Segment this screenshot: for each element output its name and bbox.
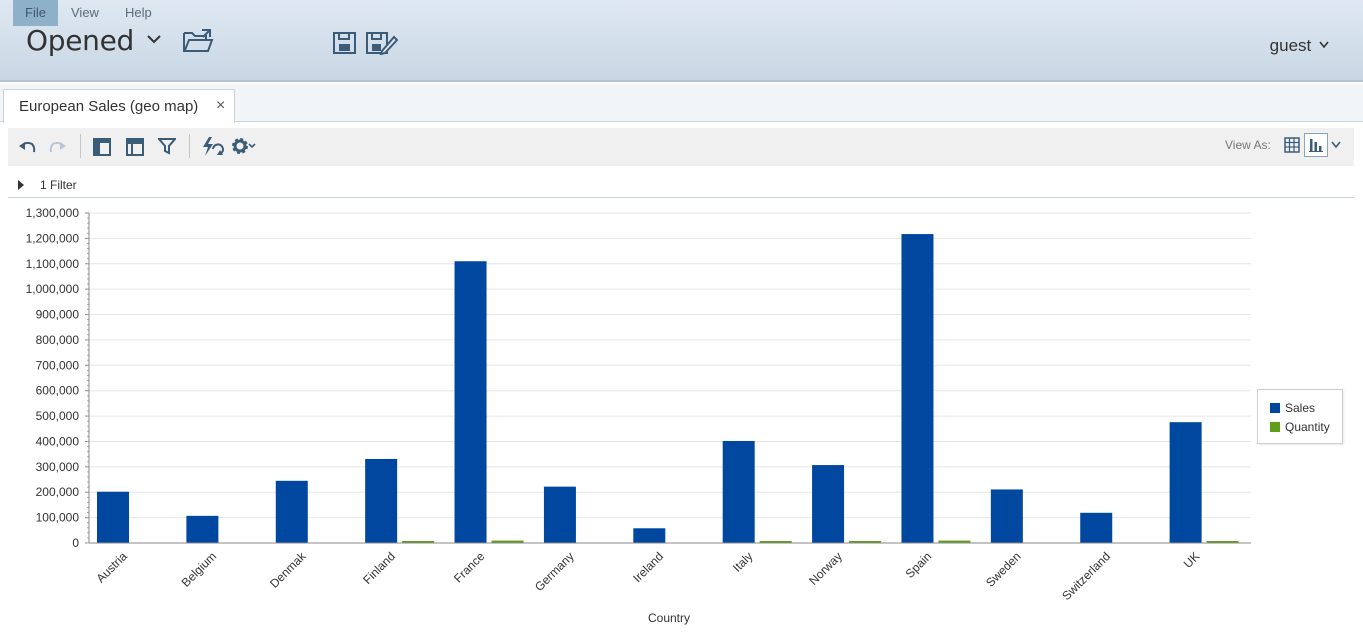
layout-panel-icon[interactable]: [93, 138, 111, 156]
bar-sales-france[interactable]: [454, 261, 487, 543]
x-tick-label: Belgium: [179, 549, 220, 590]
legend-swatch-quantity: [1270, 422, 1280, 432]
expand-filter-icon[interactable]: [18, 180, 24, 190]
x-tick-label: Switzerland: [1059, 549, 1113, 603]
legend-swatch-sales: [1270, 403, 1280, 413]
y-tick-label: 300,000: [36, 460, 80, 474]
x-axis-title: Country: [648, 611, 690, 625]
y-tick-label: 900,000: [36, 308, 80, 322]
menu-view[interactable]: View: [59, 0, 111, 26]
bar-sales-norway[interactable]: [812, 465, 845, 543]
x-tick-label: Denmak: [267, 549, 309, 591]
toolbar-divider: [80, 134, 81, 158]
chevron-down-icon: [1319, 41, 1329, 49]
chart-view-icon[interactable]: [1304, 133, 1328, 157]
tab-european-sales[interactable]: European Sales (geo map) ×: [3, 89, 235, 123]
y-tick-label: 1,000,000: [26, 282, 80, 296]
user-menu[interactable]: guest: [1270, 36, 1329, 56]
legend-label-sales: Sales: [1285, 401, 1316, 415]
perspective-switcher[interactable]: Opened: [26, 24, 161, 57]
open-folder-icon[interactable]: [182, 28, 214, 54]
bar-sales-spain[interactable]: [901, 234, 934, 544]
save-as-icon[interactable]: [366, 31, 398, 55]
y-tick-label: 0: [72, 536, 79, 550]
view-as-label: View As:: [1225, 138, 1271, 152]
bar-sales-germany[interactable]: [543, 486, 576, 543]
y-tick-label: 600,000: [36, 384, 80, 398]
x-tick-label: Italy: [730, 549, 755, 574]
filter-count-label[interactable]: 1 Filter: [40, 178, 77, 192]
y-tick-label: 700,000: [36, 358, 80, 372]
legend-item-quantity[interactable]: Quantity: [1270, 420, 1330, 434]
y-tick-label: 100,000: [36, 511, 80, 525]
bar-sales-finland[interactable]: [365, 458, 398, 543]
bar-sales-ireland[interactable]: [633, 528, 666, 543]
x-tick-label: Norway: [806, 549, 845, 588]
y-tick-label: 200,000: [36, 485, 80, 499]
bar-sales-uk[interactable]: [1169, 422, 1202, 543]
table-view-icon[interactable]: [1284, 137, 1300, 153]
y-tick-label: 800,000: [36, 333, 80, 347]
filter-bar: 1 Filter: [8, 172, 1354, 198]
tab-label: European Sales (geo map): [19, 98, 199, 115]
filter-icon[interactable]: [158, 137, 176, 155]
bar-sales-denmak[interactable]: [275, 480, 308, 543]
table-layout-icon[interactable]: [126, 138, 144, 156]
x-tick-label: France: [451, 549, 488, 586]
bar-sales-switzerland[interactable]: [1080, 512, 1113, 543]
x-tick-label: Germany: [532, 549, 577, 594]
report-toolbar: View As:: [8, 128, 1354, 166]
x-tick-label: Sweden: [983, 549, 1024, 590]
auto-refresh-icon[interactable]: [200, 136, 224, 158]
legend-item-sales[interactable]: Sales: [1270, 401, 1315, 415]
y-tick-label: 1,200,000: [26, 231, 80, 245]
menu-file[interactable]: File: [13, 0, 58, 26]
x-tick-label: Finland: [360, 549, 398, 587]
y-tick-label: 400,000: [36, 434, 80, 448]
x-tick-label: Spain: [903, 549, 935, 581]
y-tick-label: 500,000: [36, 409, 80, 423]
redo-icon[interactable]: [48, 136, 68, 156]
user-name: guest: [1269, 36, 1312, 55]
x-tick-label: Austria: [93, 549, 130, 586]
app-header: File View Help Opened guest: [0, 0, 1363, 82]
bar-sales-belgium[interactable]: [186, 515, 219, 543]
chevron-down-icon[interactable]: [1331, 141, 1341, 149]
x-tick-label: UK: [1181, 549, 1203, 571]
document-tabs: European Sales (geo map) ×: [0, 84, 1363, 123]
bar-sales-austria[interactable]: [97, 491, 129, 543]
chevron-down-icon: [146, 35, 161, 44]
bar-sales-sweden[interactable]: [990, 489, 1023, 543]
menu-help[interactable]: Help: [113, 0, 164, 26]
x-tick-label: Ireland: [630, 549, 666, 585]
y-tick-label: 1,100,000: [26, 257, 80, 271]
bar-sales-italy[interactable]: [722, 440, 755, 543]
undo-icon[interactable]: [17, 136, 37, 156]
legend-label-quantity: Quantity: [1285, 420, 1330, 434]
save-icon[interactable]: [333, 32, 357, 54]
close-tab-icon[interactable]: ×: [216, 97, 225, 115]
bar-chart: 0 100,000 200,000 300,000 400,000 500,000 600,…: [26, 206, 1251, 625]
toolbar-divider: [189, 134, 190, 158]
y-tick-label: 1,300,000: [26, 206, 80, 220]
perspective-title: Opened: [26, 24, 134, 57]
settings-gear-icon[interactable]: [232, 137, 258, 155]
chart-legend: Sales Quantity: [1257, 389, 1343, 444]
